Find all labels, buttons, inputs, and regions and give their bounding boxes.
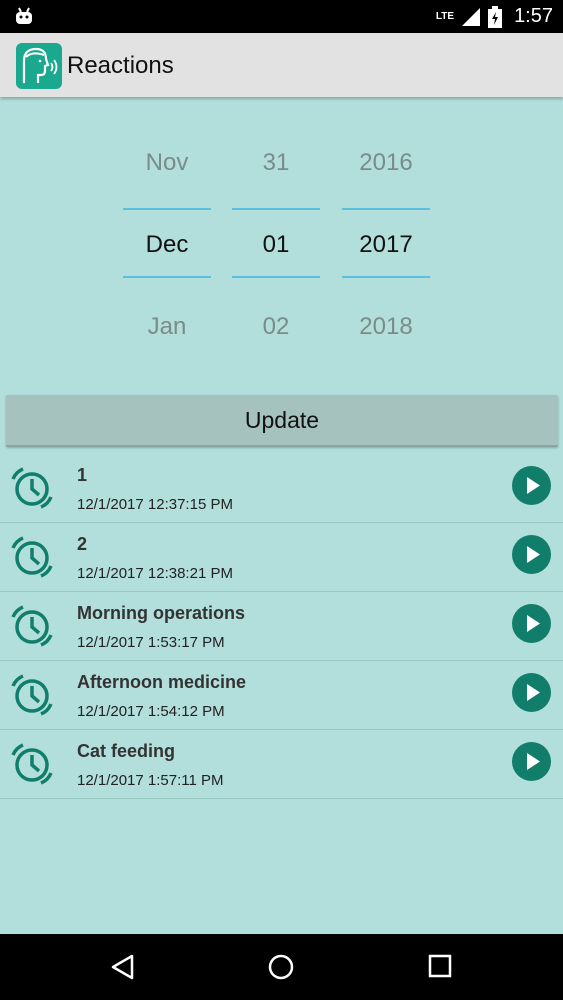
month-current[interactable]: Dec [123, 231, 211, 259]
list-item[interactable]: 1 12/1/2017 12:37:15 PM [0, 454, 563, 523]
recents-icon[interactable] [428, 954, 452, 978]
reaction-name: 1 [77, 465, 88, 485]
day-prev[interactable]: 31 [232, 149, 320, 177]
list-item[interactable]: Afternoon medicine 12/1/2017 1:54:12 PM [0, 661, 563, 730]
navigation-bar [0, 934, 563, 1000]
play-button[interactable] [512, 673, 551, 712]
picker-divider [342, 208, 430, 210]
android-notification-icon [16, 7, 32, 24]
picker-divider [342, 276, 430, 278]
play-button[interactable] [512, 466, 551, 505]
reaction-name: Cat feeding [77, 741, 176, 761]
status-bar: LTE 1:57 [0, 0, 563, 33]
picker-divider [123, 208, 211, 210]
alarm-clock-icon [11, 743, 53, 785]
play-button[interactable] [512, 535, 551, 574]
list-item[interactable]: 2 12/1/2017 12:38:21 PM [0, 523, 563, 592]
year-spinner[interactable]: 2016 2017 2018 [342, 97, 430, 392]
play-icon [527, 684, 540, 701]
reaction-name: Morning operations [77, 603, 245, 623]
year-current[interactable]: 2017 [342, 231, 430, 259]
day-spinner[interactable]: 31 01 02 [232, 97, 320, 392]
update-button[interactable]: Update [6, 395, 558, 447]
day-next[interactable]: 02 [232, 313, 320, 341]
alarm-clock-icon [11, 605, 53, 647]
app-bar: Reactions [0, 33, 563, 97]
reaction-timestamp: 12/1/2017 12:37:15 PM [77, 496, 233, 513]
reaction-name: Afternoon medicine [77, 672, 247, 692]
alarm-clock-icon [11, 536, 53, 578]
play-button[interactable] [512, 604, 551, 643]
month-next[interactable]: Jan [123, 313, 211, 341]
list-item[interactable]: Cat feeding 12/1/2017 1:57:11 PM [0, 730, 563, 799]
month-spinner[interactable]: Nov Dec Jan [123, 97, 211, 392]
picker-divider [123, 276, 211, 278]
day-current[interactable]: 01 [232, 231, 320, 259]
reaction-timestamp: 12/1/2017 1:57:11 PM [77, 772, 224, 789]
clock: 1:57 [514, 5, 553, 27]
picker-divider [232, 208, 320, 210]
reaction-timestamp: 12/1/2017 12:38:21 PM [77, 565, 233, 582]
year-next[interactable]: 2018 [342, 313, 430, 341]
play-icon [527, 477, 540, 494]
date-picker: Nov Dec Jan 31 01 02 2016 2017 2018 [0, 97, 563, 392]
back-icon[interactable] [110, 954, 136, 980]
list-item[interactable]: Morning operations 12/1/2017 1:53:17 PM [0, 592, 563, 661]
alarm-clock-icon [11, 467, 53, 509]
reaction-timestamp: 12/1/2017 1:54:12 PM [77, 703, 225, 720]
network-type: LTE [435, 11, 455, 22]
play-icon [527, 546, 540, 563]
app-title: Reactions [67, 52, 174, 79]
play-button[interactable] [512, 742, 551, 781]
app-logo-icon [16, 43, 62, 89]
home-icon[interactable] [268, 954, 294, 980]
reaction-name: 2 [77, 534, 88, 554]
alarm-clock-icon [11, 674, 53, 716]
year-prev[interactable]: 2016 [342, 149, 430, 177]
battery-icon [488, 5, 503, 28]
play-icon [527, 615, 540, 632]
reaction-list: 1 12/1/2017 12:37:15 PM 2 12/1/2017 12:3… [0, 454, 563, 799]
play-icon [527, 753, 540, 770]
signal-icon [462, 7, 481, 26]
reaction-timestamp: 12/1/2017 1:53:17 PM [77, 634, 225, 651]
month-prev[interactable]: Nov [123, 149, 211, 177]
picker-divider [232, 276, 320, 278]
